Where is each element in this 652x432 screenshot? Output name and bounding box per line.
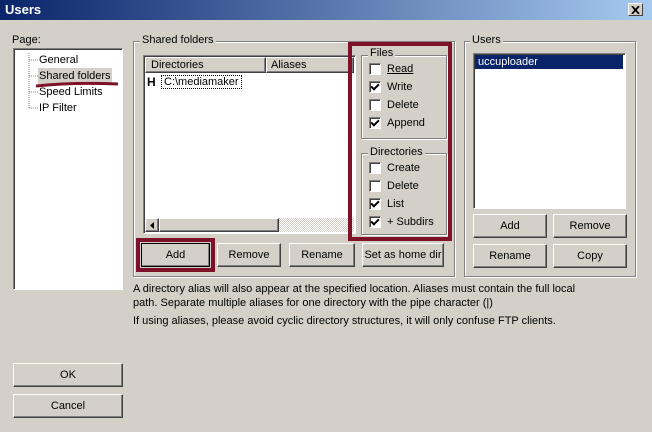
- tree-item-general[interactable]: General: [39, 52, 112, 68]
- page-tree[interactable]: General Shared folders Speed Limits IP F…: [13, 48, 123, 290]
- checkbox-append[interactable]: [369, 117, 381, 129]
- file-delete-label: Delete: [387, 99, 419, 111]
- dir-delete-checkbox[interactable]: Delete: [369, 180, 419, 192]
- window-title: Users: [5, 2, 42, 17]
- note-line-3: If using aliases, please avoid cyclic di…: [133, 315, 556, 327]
- close-icon: [631, 5, 640, 14]
- arrow-left-icon: [150, 221, 154, 229]
- dir-list-checkbox[interactable]: List: [369, 198, 404, 210]
- file-read-checkbox[interactable]: Read: [369, 63, 413, 75]
- cancel-button[interactable]: Cancel: [13, 394, 123, 418]
- directory-path: C:\mediamaker: [161, 75, 242, 89]
- checkbox-create[interactable]: [369, 162, 381, 174]
- alias-notes: A directory alias will also appear at th…: [133, 282, 575, 328]
- annotation-underline: [35, 81, 119, 88]
- add-user-button[interactable]: Add: [473, 214, 547, 238]
- column-header-aliases[interactable]: Aliases: [266, 57, 354, 73]
- dir-subdirs-checkbox[interactable]: + Subdirs: [369, 216, 434, 228]
- files-label: Files: [368, 47, 396, 59]
- remove-folder-button[interactable]: Remove: [217, 243, 281, 267]
- tree-item-ip-filter[interactable]: IP Filter: [39, 100, 112, 116]
- checkbox-file-delete[interactable]: [369, 99, 381, 111]
- users-list[interactable]: uccuploader: [473, 53, 626, 209]
- set-home-dir-button[interactable]: Set as home dir: [362, 243, 444, 267]
- title-bar: [0, 0, 652, 20]
- dir-create-label: Create: [387, 162, 421, 174]
- note-line-1: A directory alias will also appear at th…: [133, 283, 576, 295]
- scroll-left-button[interactable]: [145, 218, 159, 232]
- file-write-checkbox[interactable]: Write: [369, 81, 412, 93]
- checkbox-subdirs[interactable]: [369, 216, 381, 228]
- file-delete-checkbox[interactable]: Delete: [369, 99, 419, 111]
- copy-user-button[interactable]: Copy: [553, 244, 627, 268]
- scroll-thumb[interactable]: [159, 218, 279, 232]
- checkbox-read[interactable]: [369, 63, 381, 75]
- dir-create-checkbox[interactable]: Create: [369, 162, 420, 174]
- horizontal-scrollbar[interactable]: [145, 218, 354, 232]
- file-append-checkbox[interactable]: Append: [369, 117, 425, 129]
- ok-button[interactable]: OK: [13, 363, 123, 387]
- checkbox-dir-delete[interactable]: [369, 180, 381, 192]
- dir-subdirs-label: + Subdirs: [387, 216, 434, 228]
- checkbox-list[interactable]: [369, 198, 381, 210]
- rename-user-button[interactable]: Rename: [473, 244, 547, 268]
- users-label: Users: [470, 34, 503, 46]
- shared-folders-label: Shared folders: [140, 34, 216, 46]
- file-append-label: Append: [387, 117, 425, 129]
- rename-folder-button[interactable]: Rename: [289, 243, 355, 267]
- directories-label: Directories: [368, 146, 425, 158]
- dir-delete-label: Delete: [387, 180, 419, 192]
- add-folder-button[interactable]: Add: [141, 243, 210, 267]
- checkbox-write[interactable]: [369, 81, 381, 93]
- column-header-directories[interactable]: Directories: [145, 57, 266, 73]
- home-marker: H: [147, 75, 156, 89]
- file-write-label: Write: [387, 81, 413, 93]
- remove-user-button[interactable]: Remove: [553, 214, 627, 238]
- file-read-label: Read: [387, 63, 414, 75]
- close-button[interactable]: [628, 3, 643, 16]
- directory-row[interactable]: H C:\mediamaker: [147, 75, 242, 89]
- note-line-2: path. Separate multiple aliases for one …: [133, 297, 493, 309]
- user-item-selected[interactable]: uccuploader: [475, 55, 623, 69]
- directory-list[interactable]: Directories Aliases H C:\mediamaker: [143, 55, 356, 234]
- page-label: Page:: [12, 34, 41, 46]
- dir-list-label: List: [387, 198, 405, 210]
